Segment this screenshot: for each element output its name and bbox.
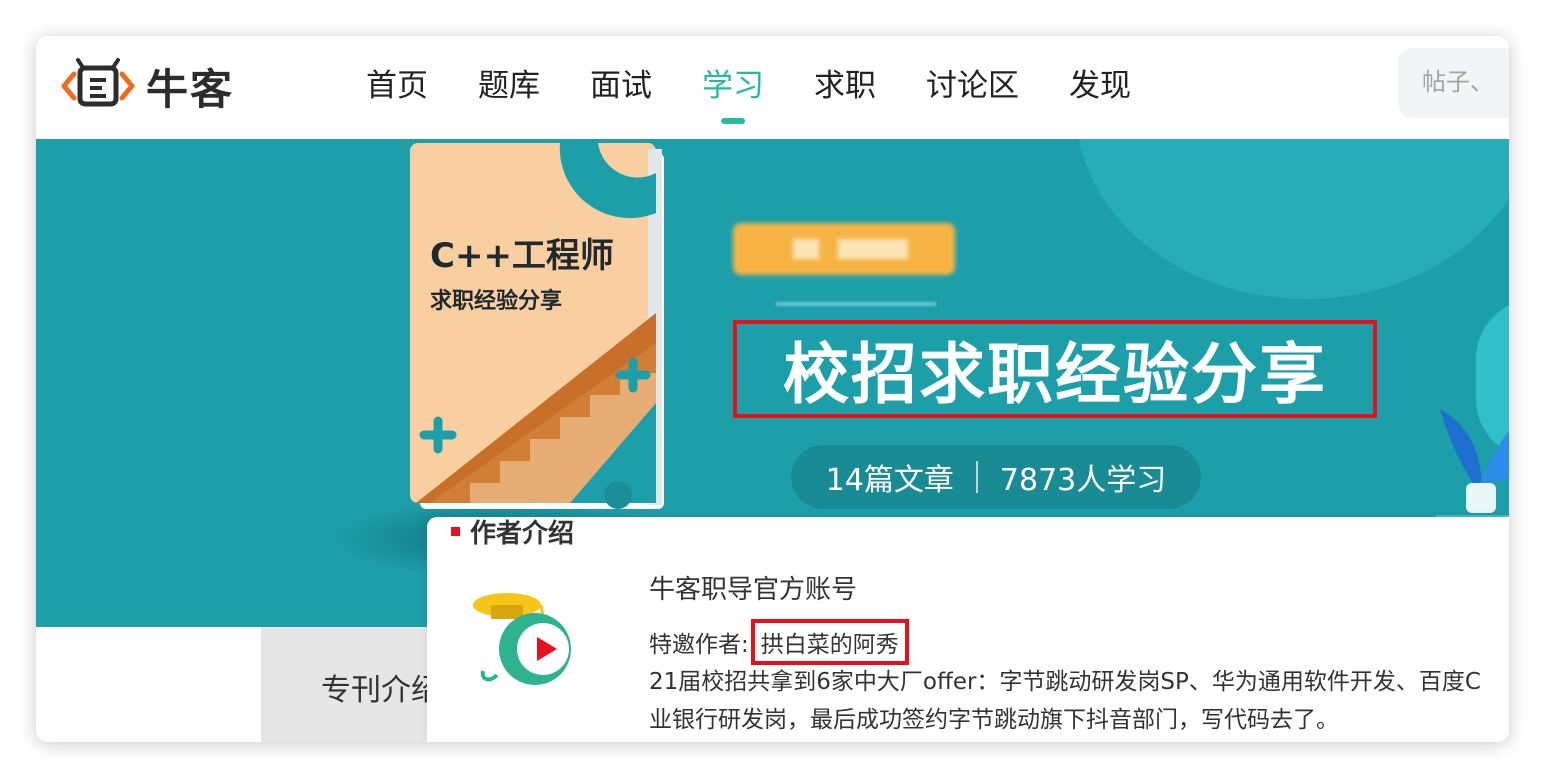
author-card: 作者介绍 牛客职导官方账号 特邀作者: 拱白菜的阿秀 21届校招共拿到6家中大厂… xyxy=(427,517,1509,742)
browser-window: 牛客 首页 题库 面试 学习 求职 讨论区 发现 帖子、 C++工程师 求职经验… xyxy=(36,36,1509,742)
author-heading: 作者介绍 xyxy=(451,517,574,550)
blurred-tag xyxy=(733,223,955,275)
heading-marker xyxy=(451,527,460,536)
author-description: 21届校招共拿到6家中大厂offer：字节跳动研发岗SP、华为通用软件开发、百度… xyxy=(649,663,1509,739)
author-avatar[interactable] xyxy=(471,579,583,691)
plant-illustration xyxy=(1436,409,1509,529)
tab-column-intro[interactable]: 专刊介绍 xyxy=(261,627,441,742)
book-subtitle: 求职经验分享 xyxy=(430,288,562,314)
book-illustration: C++工程师 求职经验分享 xyxy=(410,143,664,509)
guest-author-line: 特邀作者: 拱白菜的阿秀 xyxy=(649,619,909,665)
article-count: 14篇文章 xyxy=(825,463,954,498)
site-logo[interactable]: 牛客 xyxy=(60,58,234,114)
guest-author-name: 拱白菜的阿秀 xyxy=(750,619,909,665)
nav-interview[interactable]: 面试 xyxy=(590,62,652,110)
nav-jobs[interactable]: 求职 xyxy=(814,62,876,110)
guest-author-label: 特邀作者: xyxy=(649,632,749,658)
blurred-line xyxy=(776,302,936,306)
author-heading-text: 作者介绍 xyxy=(470,519,575,549)
author-description-line2: 业银行研发岗，最后成功签约字节跳动旗下抖音部门，写代码去了。 xyxy=(649,707,1339,733)
learner-count: 7873人学习 xyxy=(999,463,1167,498)
banner-title: 校招求职经验分享 xyxy=(733,320,1377,418)
main-nav: 首页 题库 面试 学习 求职 讨论区 发现 xyxy=(366,62,1181,110)
tab-column-intro-label: 专刊介绍 xyxy=(321,673,441,708)
logo-text: 牛客 xyxy=(146,64,235,114)
search-input[interactable] xyxy=(1398,48,1509,118)
logo-icon xyxy=(61,58,135,107)
nav-discussion[interactable]: 讨论区 xyxy=(926,62,1019,110)
author-description-line1: 21届校招共拿到6家中大厂offer：字节跳动研发岗SP、华为通用软件开发、百度… xyxy=(649,669,1481,695)
nav-question-bank[interactable]: 题库 xyxy=(478,62,540,110)
author-name[interactable]: 牛客职导官方账号 xyxy=(649,569,857,606)
nav-learn[interactable]: 学习 xyxy=(702,62,764,110)
site-header: 牛客 首页 题库 面试 学习 求职 讨论区 发现 xyxy=(36,36,1509,139)
nav-discover[interactable]: 发现 xyxy=(1069,62,1131,110)
column-stats: 14篇文章 7873人学习 xyxy=(791,445,1201,509)
decor-circle xyxy=(1076,139,1509,299)
nav-home[interactable]: 首页 xyxy=(366,62,428,110)
stats-divider xyxy=(975,461,978,493)
book-title: C++工程师 xyxy=(430,236,614,276)
